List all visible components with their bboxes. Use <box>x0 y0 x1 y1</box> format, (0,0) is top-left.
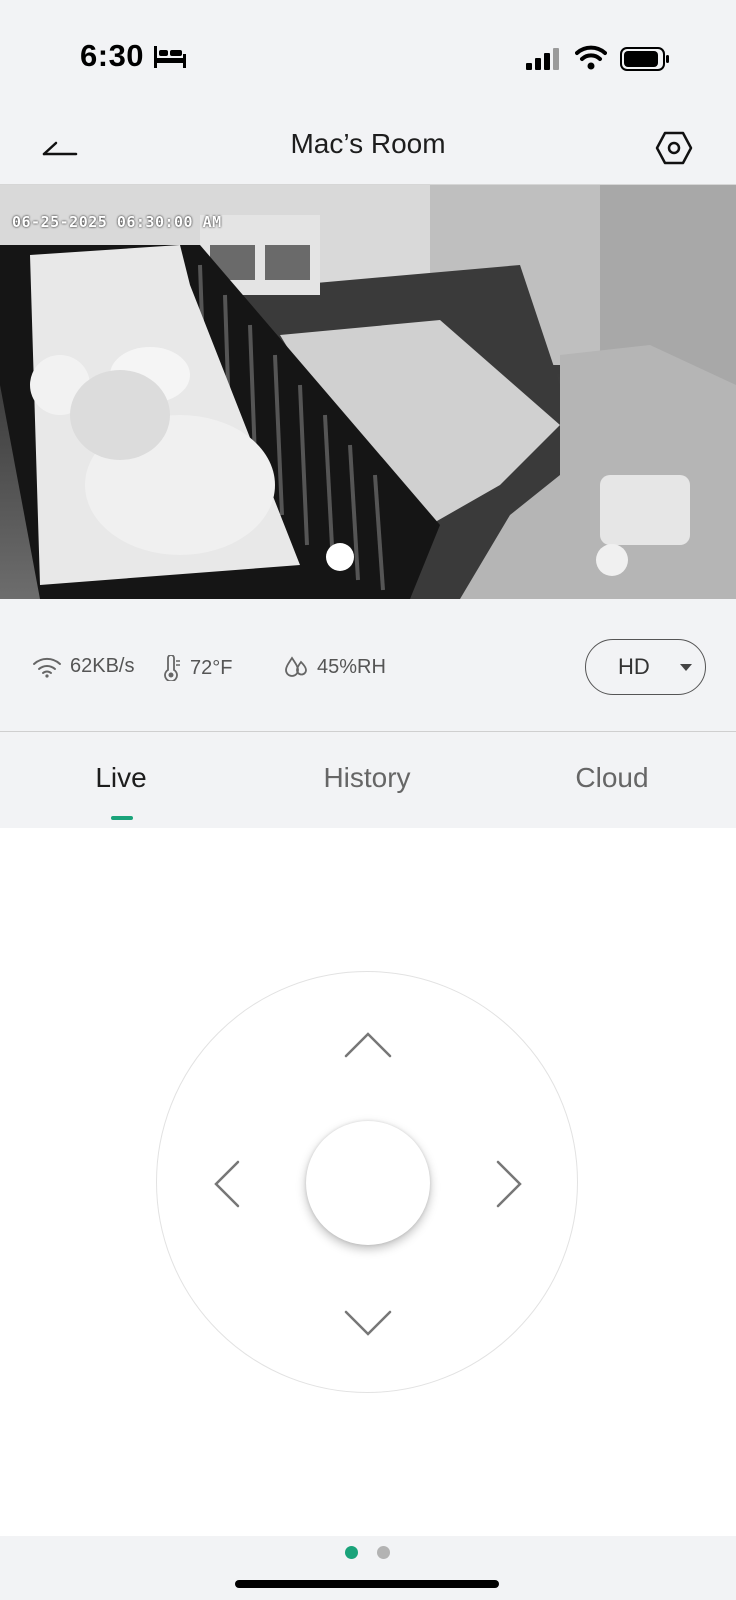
page-indicator-dot-active[interactable] <box>345 1546 358 1559</box>
pan-down-button[interactable] <box>340 1304 396 1344</box>
humidity-drops-icon <box>285 656 307 677</box>
active-tab-indicator <box>111 816 133 820</box>
nav-header: Mac’s Room <box>0 112 736 185</box>
pan-right-button[interactable] <box>490 1156 530 1212</box>
temperature-value: 72°F <box>190 656 233 679</box>
camera-scene-image <box>0 185 736 599</box>
humidity-value: 45%RH <box>317 655 386 678</box>
caret-down-icon <box>680 664 692 671</box>
pan-up-button[interactable] <box>340 1024 396 1064</box>
ptz-control-area <box>0 828 736 1536</box>
home-indicator[interactable] <box>235 1580 499 1588</box>
bitrate-stat: 62KB/s <box>32 655 134 678</box>
status-bar: 6:30 <box>0 0 736 112</box>
chevron-down-icon <box>344 1310 392 1336</box>
ptz-center-button[interactable] <box>306 1121 430 1245</box>
pan-left-button[interactable] <box>206 1156 246 1212</box>
humidity-stat: 45%RH <box>283 655 386 679</box>
chevron-left-icon <box>214 1160 240 1208</box>
video-quality-value: HD <box>618 654 650 679</box>
page-title: Mac’s Room <box>290 128 446 159</box>
temperature-stat: 72°F <box>162 655 232 681</box>
chevron-up-icon <box>344 1032 392 1058</box>
bitrate-value: 62KB/s <box>70 655 135 677</box>
page-indicator-dot[interactable] <box>377 1546 390 1559</box>
tab-live[interactable]: Live <box>21 762 221 794</box>
cellular-signal-icon <box>526 48 559 70</box>
camera-live-feed[interactable]: 06-25-2025 06:30:00 AM <box>0 185 736 599</box>
app-root: 6:30 Mac’s Room 06-25-2025 06:30:00 AM 6… <box>0 0 736 1600</box>
tab-cloud[interactable]: Cloud <box>512 762 712 794</box>
status-time: 6:30 <box>80 38 145 73</box>
wifi-icon <box>575 45 607 70</box>
thermometer-icon <box>164 655 180 681</box>
video-quality-select[interactable]: HD <box>585 639 706 695</box>
battery-icon <box>620 47 669 71</box>
bottom-bar <box>0 1536 736 1600</box>
settings-button[interactable] <box>650 124 698 172</box>
tab-history[interactable]: History <box>267 762 467 794</box>
chevron-right-icon <box>496 1160 522 1208</box>
bed-icon <box>154 46 186 68</box>
camera-stats-bar: 62KB/s 72°F 45%RH HD <box>0 599 736 732</box>
view-tabs: Live History Cloud <box>0 732 736 828</box>
feed-timestamp: 06-25-2025 06:30:00 AM <box>12 213 222 231</box>
wifi-icon <box>33 657 61 678</box>
hexagon-settings-icon <box>655 131 693 165</box>
